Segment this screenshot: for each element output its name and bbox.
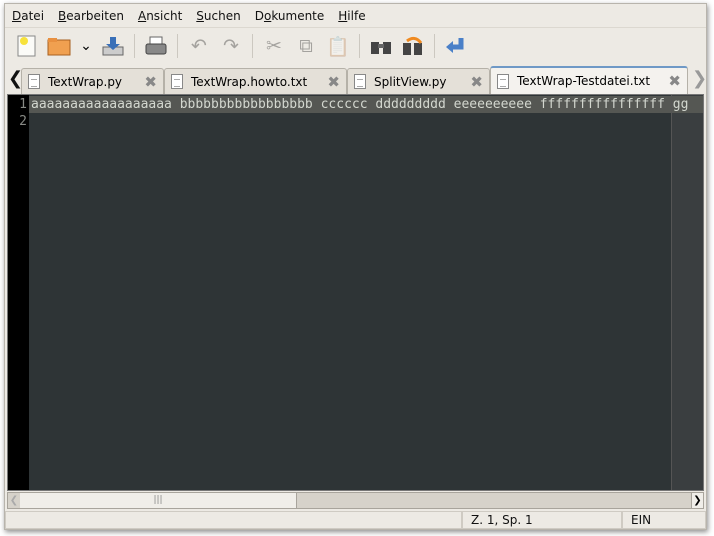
menu-hilfe[interactable]: Hilfe	[338, 9, 365, 23]
horizontal-scrollbar[interactable]: ❮ ||| ❯	[7, 492, 704, 509]
tab-label: TextWrap.howto.txt	[191, 74, 308, 89]
text-editor[interactable]: 1 2 aaaaaaaaaaaaaaaaaa bbbbbbbbbbbbbbbbb…	[7, 94, 704, 491]
close-tab-icon[interactable]: ✖	[327, 73, 340, 91]
tab-splitview[interactable]: SplitView.py ✖	[347, 68, 490, 94]
status-message	[5, 511, 462, 529]
menu-datei[interactable]: Datei	[12, 9, 44, 23]
tab-bar: ❮ TextWrap.py ✖ TextWrap.howto.txt ✖ Split…	[5, 64, 707, 94]
insert-mode: EIN	[622, 511, 706, 529]
scroll-right-icon[interactable]: ❯	[691, 493, 703, 508]
menu-suchen[interactable]: Suchen	[196, 9, 240, 23]
cut-icon[interactable]: ✂	[258, 31, 290, 61]
menu-bar: Datei Bearbeiten Ansicht Suchen Dokument…	[5, 4, 706, 28]
menu-mnemonic: A	[137, 8, 147, 23]
menu-bearbeiten[interactable]: Bearbeiten	[58, 9, 124, 23]
editor-text[interactable]: aaaaaaaaaaaaaaaaaa bbbbbbbbbbbbbbbbb ccc…	[31, 96, 688, 113]
tab-label: TextWrap-Testdatei.txt	[517, 74, 651, 88]
redo-icon[interactable]: ↷	[215, 31, 247, 61]
tab-textwrap-py[interactable]: TextWrap.py ✖	[21, 68, 164, 94]
separator	[134, 34, 135, 58]
tab-textwrap-testdatei[interactable]: TextWrap-Testdatei.txt ✖	[490, 66, 688, 94]
chevron-down-icon[interactable]: ⌄	[75, 31, 97, 61]
menu-mnemonic: S	[196, 8, 204, 23]
copy-icon[interactable]: ⧉	[290, 31, 322, 61]
menu-mnemonic: H	[338, 8, 348, 23]
cursor-position: Z. 1, Sp. 1	[462, 511, 622, 529]
undo-icon[interactable]: ↶	[183, 31, 215, 61]
menu-dokumente[interactable]: Dokumente	[255, 9, 325, 23]
right-margin-line	[671, 95, 672, 490]
tab-textwrap-howto[interactable]: TextWrap.howto.txt ✖	[164, 68, 347, 94]
line-number: 2	[19, 114, 27, 129]
tab-scroll-right-icon[interactable]: ❯	[692, 68, 707, 89]
tab-label: SplitView.py	[374, 74, 447, 89]
document-icon	[28, 74, 40, 89]
open-folder-icon[interactable]	[43, 31, 75, 61]
close-tab-icon[interactable]: ✖	[144, 73, 157, 91]
toolbar: ⌄ ↶ ↷ ✂ ⧉ 📋	[5, 29, 706, 63]
document-icon	[171, 74, 183, 89]
paste-icon[interactable]: 📋	[322, 31, 354, 61]
menu-mnemonic: D	[12, 8, 22, 23]
line-number: 1	[19, 97, 27, 112]
separator	[177, 34, 178, 58]
menu-mnemonic: B	[58, 8, 67, 23]
document-icon	[354, 74, 366, 89]
goto-line-icon[interactable]	[440, 31, 472, 61]
status-bar: Z. 1, Sp. 1 EIN	[5, 511, 706, 530]
text-line: aaaaaaaaaaaaaaaaaa bbbbbbbbbbbbbbbbb ccc…	[31, 97, 689, 112]
document-icon	[497, 73, 509, 89]
tab-label: TextWrap.py	[48, 74, 123, 89]
find-replace-icon[interactable]	[397, 31, 429, 61]
separator	[252, 34, 253, 58]
binoculars-icon[interactable]	[365, 31, 397, 61]
close-tab-icon[interactable]: ✖	[668, 72, 681, 90]
scroll-left-icon[interactable]: ❮	[8, 493, 20, 508]
new-document-icon[interactable]	[11, 31, 43, 61]
save-icon[interactable]	[97, 31, 129, 61]
menu-mnemonic: o	[263, 8, 272, 23]
print-icon[interactable]	[140, 31, 172, 61]
right-margin-area	[672, 95, 703, 490]
separator	[359, 34, 360, 58]
menu-ansicht[interactable]: Ansicht	[138, 9, 182, 23]
scrollbar-thumb[interactable]: |||	[20, 493, 297, 508]
separator	[434, 34, 435, 58]
close-tab-icon[interactable]: ✖	[470, 73, 483, 91]
line-number-gutter: 1 2	[8, 95, 29, 490]
editor-window: Datei Bearbeiten Ansicht Suchen Dokument…	[4, 3, 707, 530]
